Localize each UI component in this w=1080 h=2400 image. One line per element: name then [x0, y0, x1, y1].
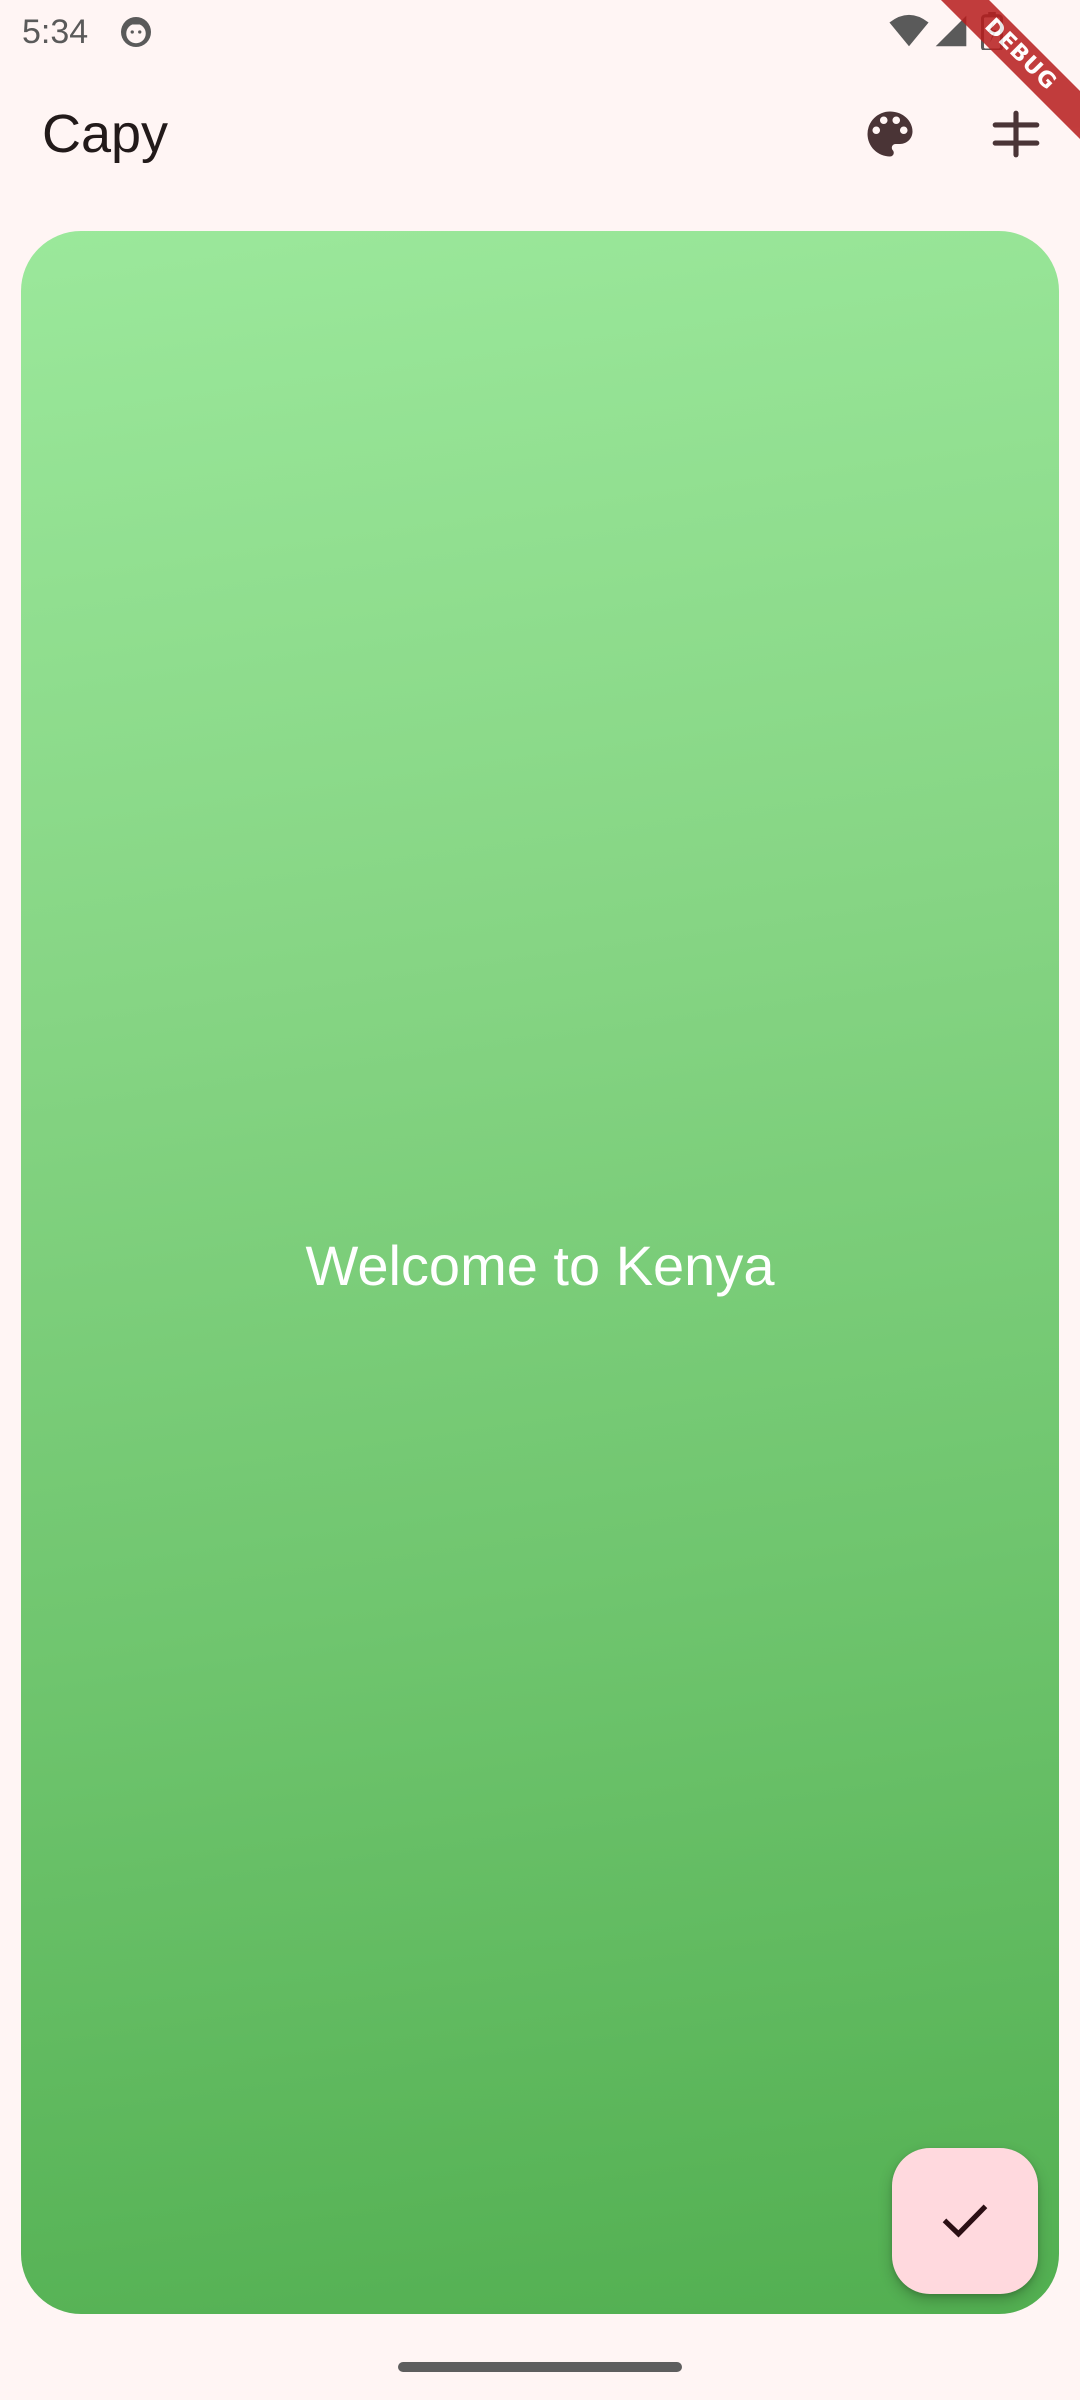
palette-button[interactable] [852, 96, 928, 172]
android-notification-icon [121, 17, 151, 47]
app-title: Capy [42, 104, 169, 164]
battery-icon [980, 12, 1004, 50]
welcome-message: Welcome to Kenya [305, 1234, 775, 1297]
check-icon [942, 2204, 988, 2238]
filter-button[interactable] [978, 96, 1054, 172]
confirm-fab[interactable] [892, 2148, 1038, 2294]
filter-icon [992, 110, 1040, 158]
status-bar: 5:34 [0, 0, 1080, 64]
cell-signal-icon [935, 15, 967, 47]
app-bar: Capy [0, 64, 1080, 204]
wifi-icon [889, 14, 929, 47]
palette-icon [867, 111, 913, 157]
welcome-card: Welcome to Kenya [21, 231, 1059, 2314]
status-time: 5:34 [22, 13, 89, 51]
home-indicator[interactable] [398, 2362, 682, 2372]
